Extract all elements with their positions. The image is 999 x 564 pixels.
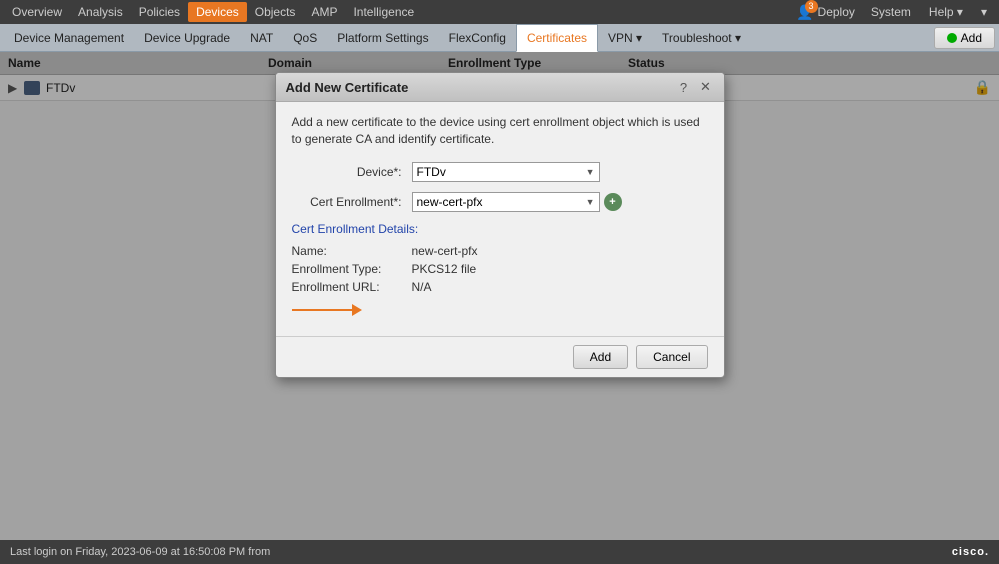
cert-detail-enrollment-url-label: Enrollment URL: — [292, 280, 412, 294]
modal-overlay: Add New Certificate ? ✕ Add a new certif… — [0, 52, 999, 540]
modal-add-button[interactable]: Add — [573, 345, 628, 369]
deploy-button[interactable]: 👤 3 Deploy — [790, 4, 861, 21]
status-text: Last login on Friday, 2023-06-09 at 16:5… — [10, 546, 270, 558]
modal-title-bar: Add New Certificate ? ✕ — [276, 73, 724, 102]
cert-detail-enrollment-type-label: Enrollment Type: — [292, 262, 412, 276]
modal-cancel-button[interactable]: Cancel — [636, 345, 707, 369]
subnav-device-upgrade[interactable]: Device Upgrade — [134, 24, 240, 52]
cert-detail-name-value: new-cert-pfx — [412, 244, 478, 258]
subnav-qos[interactable]: QoS — [283, 24, 327, 52]
nav-amp[interactable]: AMP — [303, 2, 345, 22]
cert-detail-enrollment-url-value: N/A — [412, 280, 432, 294]
device-field-row: Device*: FTDv — [292, 162, 708, 182]
subnav-device-management[interactable]: Device Management — [4, 24, 134, 52]
arrow-line — [292, 309, 352, 311]
nav-system[interactable]: System — [863, 2, 919, 22]
main-content: Name Domain Enrollment Type Status ▶ FTD… — [0, 52, 999, 540]
cert-enrollment-info-button[interactable]: + — [604, 193, 622, 211]
cert-detail-name-label: Name: — [292, 244, 412, 258]
nav-objects[interactable]: Objects — [247, 2, 304, 22]
subnav-nat[interactable]: NAT — [240, 24, 283, 52]
deploy-icon-wrapper: 👤 3 — [796, 4, 813, 21]
subnav-platform-settings[interactable]: Platform Settings — [327, 24, 438, 52]
device-label: Device*: — [292, 165, 412, 179]
modal-description: Add a new certificate to the device usin… — [292, 114, 708, 148]
top-nav-bar: Overview Analysis Policies Devices Objec… — [0, 0, 999, 24]
deploy-badge: 3 — [805, 0, 818, 13]
subnav-flexconfig[interactable]: FlexConfig — [439, 24, 516, 52]
subnav-vpn[interactable]: VPN ▾ — [598, 24, 652, 52]
device-control: FTDv — [412, 162, 600, 182]
modal-body: Add a new certificate to the device usin… — [276, 102, 724, 336]
status-bar: Last login on Friday, 2023-06-09 at 16:5… — [0, 540, 999, 564]
nav-intelligence[interactable]: Intelligence — [345, 2, 422, 22]
modal-title: Add New Certificate — [286, 80, 676, 95]
nav-analysis[interactable]: Analysis — [70, 2, 131, 22]
cisco-logo: cisco. — [952, 546, 989, 558]
sub-nav-right: Add — [934, 27, 995, 49]
cert-detail-enrollment-type-row: Enrollment Type: PKCS12 file — [292, 262, 708, 276]
cert-detail-enrollment-url-row: Enrollment URL: N/A — [292, 280, 708, 294]
add-certificate-button[interactable]: Add — [934, 27, 995, 49]
add-certificate-modal: Add New Certificate ? ✕ Add a new certif… — [275, 72, 725, 378]
nav-devices[interactable]: Devices — [188, 2, 247, 22]
modal-title-icons: ? ✕ — [676, 79, 714, 95]
add-button-dot — [947, 33, 957, 43]
cert-enrollment-control: new-cert-pfx + — [412, 192, 622, 212]
nav-overview[interactable]: Overview — [4, 2, 70, 22]
arrow-head — [352, 304, 362, 316]
nav-more[interactable]: ▾ — [973, 2, 995, 22]
subnav-troubleshoot[interactable]: Troubleshoot ▾ — [652, 24, 751, 52]
cert-enrollment-select[interactable]: new-cert-pfx — [412, 192, 600, 212]
modal-help-button[interactable]: ? — [676, 79, 692, 95]
nav-policies[interactable]: Policies — [131, 2, 188, 22]
arrow-graphic — [292, 304, 708, 316]
sub-nav-bar: Device Management Device Upgrade NAT QoS… — [0, 24, 999, 52]
cert-detail-enrollment-type-value: PKCS12 file — [412, 262, 477, 276]
top-nav-right: 👤 3 Deploy System Help ▾ ▾ — [790, 2, 995, 22]
nav-help[interactable]: Help ▾ — [921, 2, 971, 22]
cert-enrollment-field-row: Cert Enrollment*: new-cert-pfx + — [292, 192, 708, 212]
cert-details-link[interactable]: Cert Enrollment Details: — [292, 222, 708, 236]
modal-footer: Add Cancel — [276, 336, 724, 377]
device-select[interactable]: FTDv — [412, 162, 600, 182]
cert-details-section: Cert Enrollment Details: Name: new-cert-… — [292, 222, 708, 294]
cert-detail-name-row: Name: new-cert-pfx — [292, 244, 708, 258]
subnav-certificates[interactable]: Certificates — [516, 24, 598, 52]
add-button-label: Add — [961, 31, 982, 45]
deploy-label[interactable]: Deploy — [818, 5, 855, 19]
modal-close-button[interactable]: ✕ — [698, 79, 714, 95]
cert-enrollment-label: Cert Enrollment*: — [292, 195, 412, 209]
device-select-container: FTDv — [412, 162, 600, 182]
cert-enrollment-select-container: new-cert-pfx — [412, 192, 600, 212]
